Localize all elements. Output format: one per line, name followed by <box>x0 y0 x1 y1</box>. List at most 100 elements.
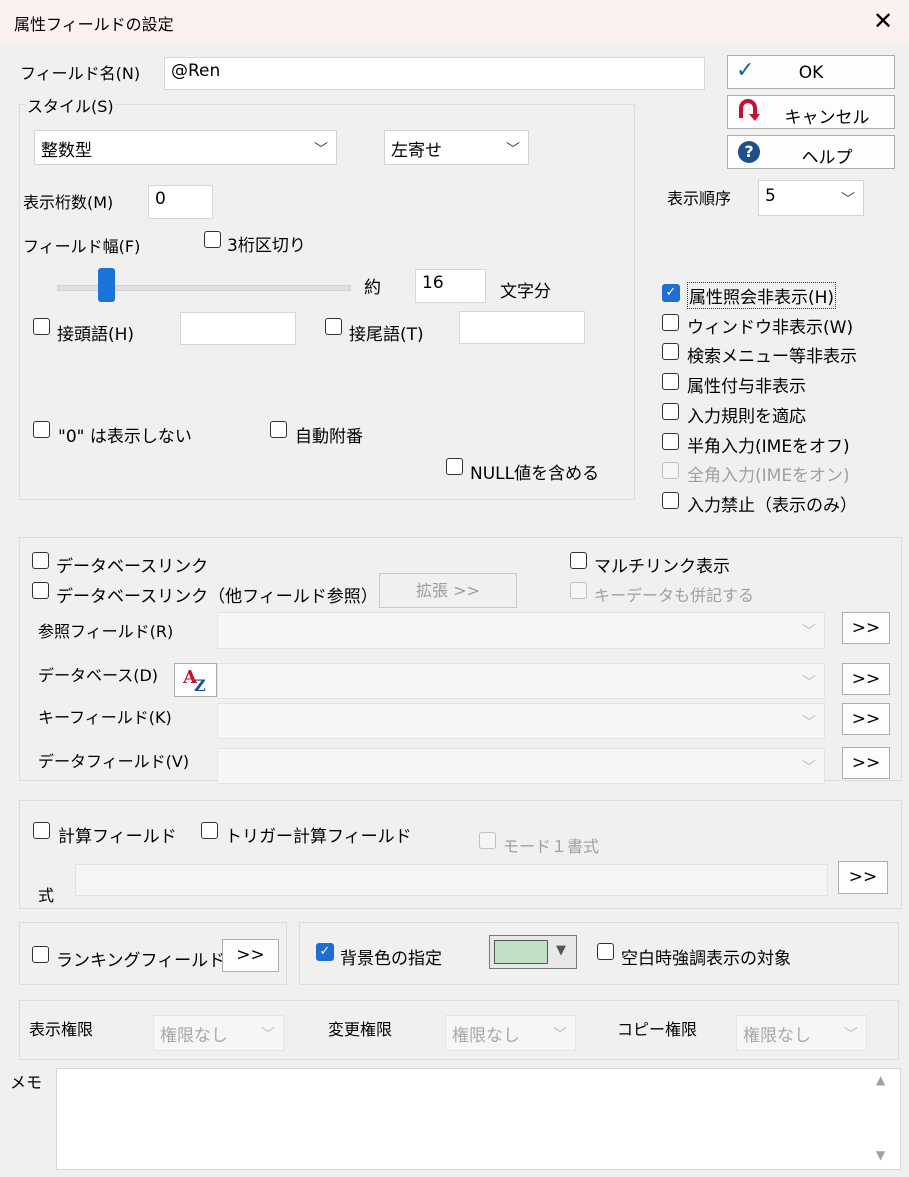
digits-input[interactable]: 0 <box>148 185 213 219</box>
edit-permission-select[interactable]: 権限なし ﹀ <box>445 1015 576 1051</box>
option-label: 検索メニュー等非表示 <box>687 347 857 367</box>
prefix-label: 接頭語(H) <box>57 325 135 345</box>
multi-link-label: マルチリンク表示 <box>594 557 730 577</box>
database-more-button[interactable]: >> <box>842 663 890 695</box>
display-order-select[interactable]: 5 ﹀ <box>758 180 864 216</box>
field-width-label: フィールド幅(F) <box>23 237 141 256</box>
display-order-label: 表示順序 <box>667 189 732 208</box>
suffix-label: 接尾語(T) <box>349 325 424 345</box>
prefix-input[interactable] <box>180 312 296 345</box>
background-color-checkbox[interactable]: ✓ <box>316 943 334 961</box>
cancel-button[interactable]: キャンセル <box>727 95 895 129</box>
help-icon: ? <box>738 141 760 163</box>
style-group-title: スタイル(S) <box>25 93 116 117</box>
option-label: 属性照会非表示(H) <box>687 282 837 309</box>
close-icon[interactable]: ✕ <box>870 8 896 34</box>
calc-field-checkbox[interactable] <box>33 822 50 839</box>
background-color-label: 背景色の指定 <box>340 949 442 969</box>
chevron-down-icon: ﹀ <box>553 1027 567 1043</box>
option-checkbox[interactable] <box>662 433 679 450</box>
option-label: 入力禁止（表示のみ） <box>687 496 857 516</box>
ok-button[interactable]: ✓ OK <box>727 55 895 89</box>
chevron-down-icon: ﹀ <box>261 1027 275 1043</box>
view-permission-label: 表示権限 <box>29 1020 94 1039</box>
key-field-more-button[interactable]: >> <box>842 703 890 735</box>
ref-field-select[interactable]: ﹀ <box>217 612 825 649</box>
formula-input[interactable] <box>75 864 828 896</box>
prefix-checkbox[interactable] <box>33 318 50 335</box>
ref-field-more-button[interactable]: >> <box>842 612 890 644</box>
include-null-checkbox[interactable] <box>446 458 463 475</box>
option-label: 入力規則を適応 <box>687 407 806 427</box>
digits-label: 表示桁数(M) <box>23 193 114 212</box>
copy-permission-value: 権限なし <box>743 1026 811 1046</box>
field-name-input[interactable]: @Ren <box>164 57 705 90</box>
option-checkbox[interactable] <box>662 403 679 420</box>
key-field-select[interactable]: ﹀ <box>217 703 825 739</box>
option-checkbox[interactable] <box>662 343 679 360</box>
suffix-checkbox[interactable] <box>325 318 342 335</box>
option-checkbox[interactable] <box>662 462 679 479</box>
help-button[interactable]: ? ヘルプ <box>727 135 895 169</box>
check-icon: ✓ <box>319 944 331 959</box>
view-permission-select[interactable]: 権限なし ﹀ <box>153 1015 284 1051</box>
help-label: ヘルプ <box>801 148 853 168</box>
ref-field-label: 参照フィールド(R) <box>38 622 174 641</box>
db-link-checkbox[interactable] <box>32 552 49 569</box>
option-checkbox[interactable] <box>662 373 679 390</box>
chevron-down-icon: ﹀ <box>802 715 816 731</box>
copy-permission-select[interactable]: 権限なし ﹀ <box>736 1015 867 1051</box>
color-picker[interactable]: ▼ <box>489 935 577 969</box>
include-null-label: NULL値を含める <box>470 464 600 484</box>
data-field-select[interactable]: ﹀ <box>217 748 825 784</box>
mode1-label: モード１書式 <box>503 837 600 856</box>
edit-permission-value: 権限なし <box>452 1026 520 1046</box>
cancel-label: キャンセル <box>784 108 870 128</box>
hide-zero-checkbox[interactable] <box>33 421 50 438</box>
char-width-input[interactable]: 16 <box>415 269 486 303</box>
database-picker-button[interactable]: A Z <box>174 663 217 697</box>
type-select-value: 整数型 <box>41 141 92 161</box>
field-width-slider-thumb[interactable] <box>98 268 115 302</box>
option-label: 半角入力(IMEをオフ) <box>687 437 850 457</box>
data-field-label: データフィールド(V) <box>38 752 190 771</box>
color-swatch <box>494 940 548 964</box>
ranking-checkbox[interactable] <box>32 946 49 963</box>
formula-more-button[interactable]: >> <box>838 861 888 894</box>
memo-label: メモ <box>10 1073 43 1092</box>
db-link-other-label: データベースリンク（他フィールド参照） <box>56 587 378 607</box>
scroll-up-arrow-icon[interactable]: ▲ <box>876 1073 885 1087</box>
mode1-checkbox[interactable] <box>479 832 496 849</box>
thousands-sep-label: 3桁区切り <box>227 236 306 256</box>
chevron-down-icon: ﹀ <box>844 1027 858 1043</box>
char-unit-label: 文字分 <box>500 282 551 302</box>
option-checkbox[interactable] <box>662 492 679 509</box>
thousands-sep-checkbox[interactable] <box>204 231 221 248</box>
memo-textarea[interactable] <box>56 1068 901 1170</box>
key-data-label: キーデータも併記する <box>594 586 755 605</box>
db-link-label: データベースリンク <box>56 557 209 577</box>
type-select[interactable]: 整数型 ﹀ <box>34 130 337 165</box>
display-order-value: 5 <box>765 186 776 206</box>
blank-emphasis-checkbox[interactable] <box>597 943 614 960</box>
option-checkbox[interactable] <box>662 314 679 331</box>
ranking-more-button[interactable]: >> <box>222 939 279 972</box>
scroll-down-arrow-icon[interactable]: ▼ <box>876 1148 885 1162</box>
option-label: 属性付与非表示 <box>687 377 806 397</box>
ranking-label: ランキングフィールド <box>56 951 226 971</box>
key-data-checkbox[interactable] <box>570 582 587 599</box>
suffix-input[interactable] <box>459 311 585 344</box>
database-select[interactable]: ﹀ <box>217 663 825 699</box>
data-field-more-button[interactable]: >> <box>842 747 890 779</box>
trigger-calc-field-checkbox[interactable] <box>201 822 218 839</box>
multi-link-checkbox[interactable] <box>570 552 587 569</box>
database-label: データベース(D) <box>38 666 159 685</box>
chevron-down-icon: ﹀ <box>802 760 816 776</box>
undo-arrow-icon <box>736 98 760 122</box>
auto-number-checkbox[interactable] <box>270 421 287 438</box>
align-select[interactable]: 左寄せ ﹀ <box>384 130 529 165</box>
option-checkbox[interactable]: ✓ <box>662 284 680 302</box>
chevron-down-icon: ﹀ <box>506 142 520 158</box>
db-link-other-checkbox[interactable] <box>32 582 49 599</box>
expand-button[interactable]: 拡張 >> <box>379 573 517 608</box>
